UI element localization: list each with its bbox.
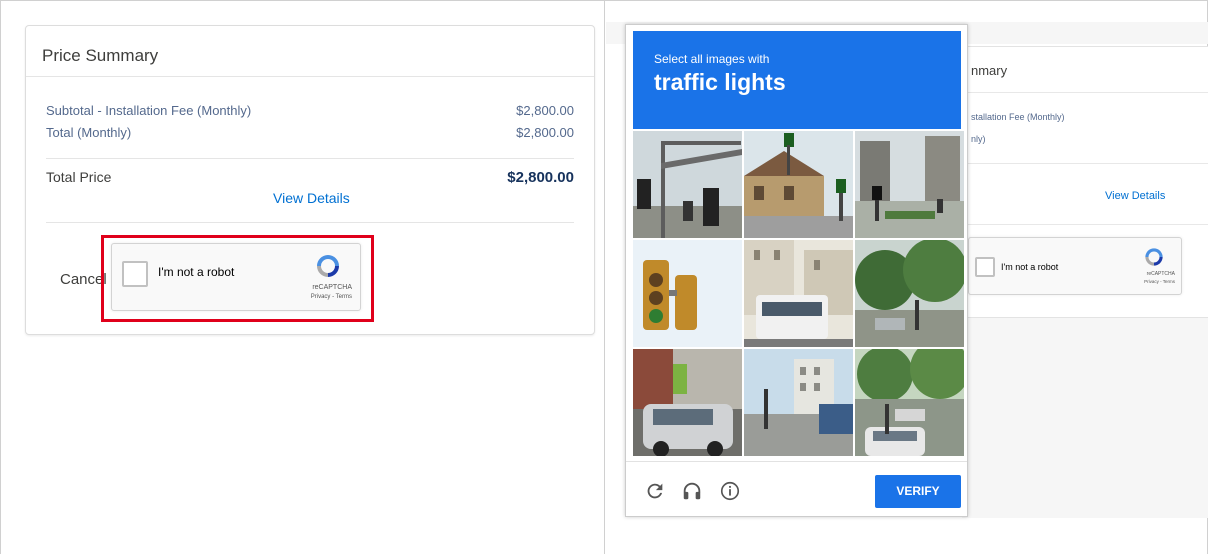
row-value: $2,800.00 bbox=[516, 125, 574, 140]
row-label: Total (Monthly) bbox=[46, 125, 132, 140]
divider bbox=[962, 163, 1208, 164]
image-tile[interactable] bbox=[633, 349, 742, 456]
verify-button[interactable]: VERIFY bbox=[875, 475, 961, 508]
challenge-instruction: Select all images with bbox=[654, 52, 770, 66]
challenge-header: Select all images with traffic lights bbox=[633, 31, 961, 129]
divider bbox=[962, 92, 1208, 93]
row-label: Subtotal - Installation Fee (Monthly) bbox=[46, 103, 252, 118]
image-tile[interactable] bbox=[744, 131, 853, 238]
audio-icon[interactable] bbox=[681, 480, 703, 502]
view-details-link[interactable]: View Details bbox=[273, 190, 350, 206]
page-background bbox=[962, 318, 1208, 518]
divider bbox=[46, 158, 574, 159]
row-label-fragment: nly) bbox=[971, 134, 986, 144]
highlight-box bbox=[101, 235, 374, 322]
divider bbox=[46, 222, 574, 223]
captcha-challenge: Select all images with traffic lights VE… bbox=[625, 24, 968, 517]
total-price-label: Total Price bbox=[46, 169, 112, 185]
reload-icon[interactable] bbox=[644, 480, 666, 502]
row-label-fragment: stallation Fee (Monthly) bbox=[971, 112, 1065, 122]
divider bbox=[26, 76, 594, 77]
panel-divider bbox=[604, 0, 605, 554]
image-grid bbox=[633, 131, 964, 460]
image-tile[interactable] bbox=[744, 240, 853, 347]
image-tile[interactable] bbox=[633, 240, 742, 347]
view-details-link[interactable]: View Details bbox=[1105, 190, 1165, 202]
card-title: Price Summary bbox=[42, 46, 159, 65]
image-tile[interactable] bbox=[855, 349, 964, 456]
divider bbox=[962, 224, 1208, 225]
recaptcha-widget: I'm not a robot reCAPTCHA Privacy - Term… bbox=[968, 237, 1182, 295]
cancel-button[interactable]: Cancel bbox=[60, 271, 107, 288]
image-tile[interactable] bbox=[855, 131, 964, 238]
total-price-value: $2,800.00 bbox=[507, 169, 574, 186]
image-tile[interactable] bbox=[855, 240, 964, 347]
image-tile[interactable] bbox=[744, 349, 853, 456]
recaptcha-brand: reCAPTCHA bbox=[1146, 271, 1175, 277]
card-title-fragment: nmary bbox=[971, 63, 1008, 78]
recaptcha-logo-icon bbox=[1143, 246, 1165, 268]
challenge-footer: VERIFY bbox=[626, 461, 967, 518]
recaptcha-terms-link[interactable]: Privacy - Terms bbox=[1144, 279, 1175, 284]
recaptcha-checkbox[interactable] bbox=[975, 257, 995, 277]
row-value: $2,800.00 bbox=[516, 103, 574, 118]
image-tile[interactable] bbox=[633, 131, 742, 238]
recaptcha-label: I'm not a robot bbox=[1001, 262, 1059, 272]
challenge-target: traffic lights bbox=[654, 69, 786, 95]
info-icon[interactable] bbox=[719, 480, 741, 502]
